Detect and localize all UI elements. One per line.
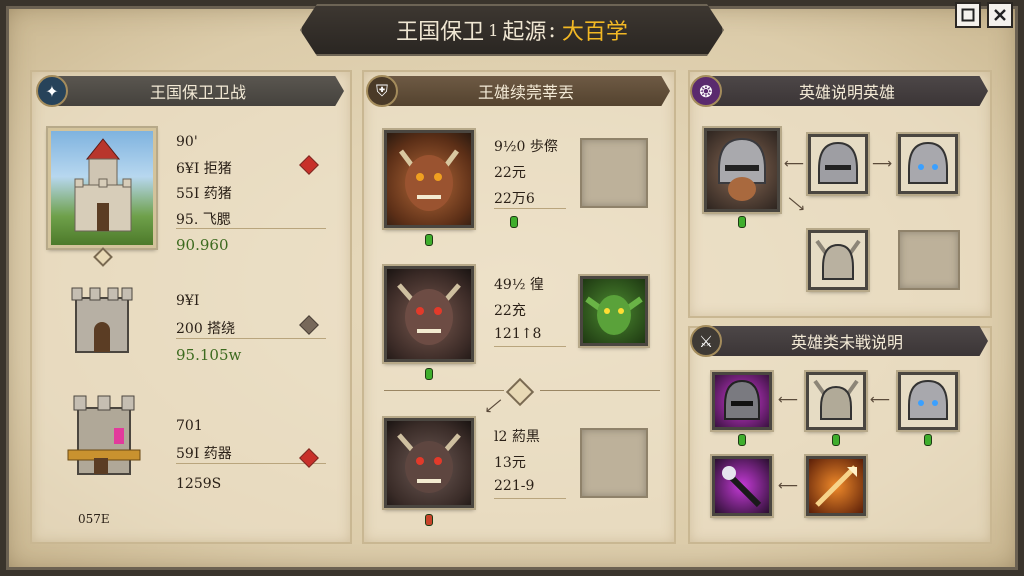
arrow-left-icon: ⟵	[870, 392, 891, 408]
hero1-stat-1: 9½0 歩傺	[494, 139, 558, 155]
horned-knight-icon	[813, 379, 859, 420]
hero1-stat-2: 22元	[494, 165, 526, 181]
tower1-highlight: 90.960	[176, 236, 229, 254]
dark-staff-slot[interactable]	[712, 456, 772, 516]
tower1-stat-3: 55I 药猪	[176, 186, 232, 202]
steel-helmet-icon	[908, 379, 948, 420]
tower1-stat-4: 95. 飞腮	[176, 212, 231, 228]
fire-arrow-slot[interactable]	[806, 456, 866, 516]
green-status-pill	[425, 368, 433, 380]
close-button[interactable]	[987, 2, 1013, 28]
tower3-stat-2: 59I 药器	[176, 446, 232, 462]
castle-tower-icon	[74, 138, 132, 232]
orc-warrior-icon	[399, 149, 459, 211]
fire-arrow-icon	[815, 465, 857, 507]
arcane-tower-icon[interactable]	[58, 388, 150, 488]
green-status-pill	[738, 434, 746, 446]
shield-emblem-icon: ⛨	[366, 75, 398, 107]
title-sep2: :	[548, 17, 556, 43]
title-sep1: 1	[488, 20, 499, 40]
hero3-stat-1: l2 葯黒	[494, 429, 540, 445]
close-icon	[994, 9, 1006, 21]
horned-knight-slot[interactable]	[806, 372, 866, 430]
hero2-stat-3: 121↑8	[494, 326, 542, 342]
divider	[176, 338, 326, 339]
tower2-stat-1: 9¥I	[176, 293, 200, 309]
towers-banner-label: 王国保卫卫战	[149, 83, 246, 102]
divider	[494, 498, 566, 499]
shadow-orc-icon	[397, 433, 461, 493]
title-main: 王国保卫	[396, 20, 485, 45]
tower2-stat-2: 200 搭绕	[176, 321, 236, 337]
empty-slot[interactable]	[898, 230, 960, 290]
steel-helmet-slot[interactable]	[898, 372, 958, 430]
restore-icon	[961, 8, 975, 22]
green-status-pill	[425, 234, 433, 246]
horned-helmet-slot[interactable]	[808, 230, 868, 290]
arrow-right-icon: ⟶	[872, 156, 893, 172]
tower3-highlight: 1259S	[176, 476, 222, 492]
arrow-left-icon: ⟵	[778, 478, 799, 494]
arcane-emblem-icon: ❂	[690, 75, 722, 107]
tower3-stat-1: 701	[176, 418, 203, 434]
goblin-icon	[585, 295, 643, 335]
divider	[494, 346, 566, 347]
hero-portrait-2[interactable]	[384, 266, 474, 362]
tower3-caption: 057E	[78, 512, 110, 526]
shadow-knight-icon	[724, 379, 760, 420]
divider	[176, 228, 326, 229]
tower-card-1[interactable]	[48, 128, 156, 248]
hero-tree-banner-label: 英雄说明英雄	[798, 83, 895, 102]
heroes-banner: 王雄续莞莘丟	[382, 76, 670, 106]
green-status-pill	[832, 434, 840, 446]
tower2-highlight: 95.105w	[176, 346, 242, 364]
arrow-left-icon: ⟵	[784, 156, 805, 172]
stone-tower-icon[interactable]	[62, 280, 142, 360]
title-mid: 起源	[502, 20, 547, 45]
dark-orc-icon	[397, 283, 461, 345]
tower1-stat-2: 6¥I 拒猪	[176, 161, 232, 177]
hero2-stat-2: 22充	[494, 303, 526, 319]
green-status-pill	[510, 216, 518, 228]
hero2-stat-1: 49½ 徨	[494, 277, 544, 293]
tower1-stat-1: 90'	[176, 134, 198, 150]
restore-button[interactable]	[955, 2, 981, 28]
empty-slot[interactable]	[580, 138, 648, 208]
hero-skills-banner: 英雄类未戦说明	[706, 326, 988, 356]
goblin-portrait[interactable]	[580, 276, 648, 346]
hero3-stat-2: 13元	[494, 455, 526, 471]
iron-helmet-slot[interactable]	[808, 134, 868, 194]
helmet-knight-icon	[718, 137, 766, 201]
title-highlight: 大百学	[561, 20, 628, 45]
divider	[384, 390, 504, 391]
blue-eye-helmet-slot[interactable]	[898, 134, 958, 194]
hero1-stat-3: 22万6	[494, 191, 535, 207]
hero-skills-banner-label: 英雄类未戦说明	[790, 333, 903, 352]
arrow-left-icon: ⟵	[778, 392, 799, 408]
hero-portrait-1[interactable]	[384, 130, 474, 228]
red-status-pill	[425, 514, 433, 526]
dark-staff-icon	[722, 466, 762, 508]
sword-emblem-icon: ⚔	[690, 325, 722, 357]
horned-helmet-icon	[815, 239, 861, 280]
heroes-banner-label: 王雄续莞莘丟	[477, 83, 574, 102]
hero3-stat-3: 221-9	[494, 478, 535, 494]
hero-tree-banner: 英雄说明英雄	[706, 76, 988, 106]
hero-portrait-3[interactable]	[384, 418, 474, 508]
empty-slot[interactable]	[580, 428, 648, 498]
blue-eye-helmet-icon	[908, 141, 948, 184]
towers-emblem-icon: ✦	[36, 75, 68, 107]
divider	[540, 390, 660, 391]
towers-banner: 王国保卫卫战	[52, 76, 344, 106]
iron-helmet-icon	[818, 141, 858, 184]
shadow-knight-slot[interactable]	[712, 372, 772, 430]
title-plate: 王国保卫 1 起源 : 大百学	[300, 4, 724, 56]
knight-portrait[interactable]	[704, 128, 780, 212]
divider	[494, 208, 566, 209]
green-status-pill	[924, 434, 932, 446]
green-status-pill	[738, 216, 746, 228]
